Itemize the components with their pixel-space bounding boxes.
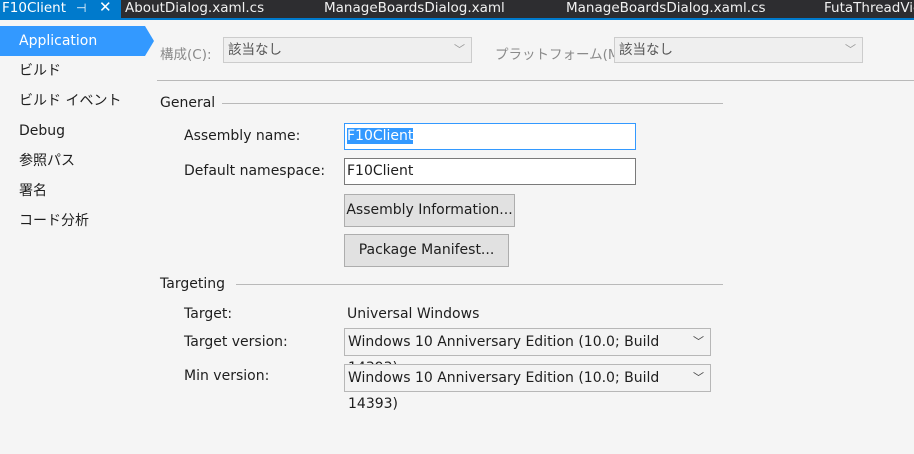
tab-f10client[interactable]: F10Client ⊣ ✕ — [0, 0, 121, 18]
min-version-dropdown[interactable]: Windows 10 Anniversary Edition (10.0; Bu… — [344, 364, 711, 412]
chevron-down-icon: ﹀ — [845, 43, 856, 56]
chevron-down-icon: ﹀ — [693, 371, 704, 384]
default-namespace-input[interactable]: F10Client — [344, 158, 636, 185]
tab-manageboardsdialog-xaml[interactable]: ManageBoardsDialog.xaml — [324, 0, 505, 18]
close-icon[interactable]: ✕ — [99, 0, 112, 15]
tab-manageboardsdialog-xaml-cs[interactable]: ManageBoardsDialog.xaml.cs — [566, 0, 766, 18]
package-manifest-button[interactable]: Package Manifest... — [344, 234, 509, 267]
platform-dropdown[interactable]: 該当なし ﹀ — [614, 37, 863, 63]
nav-item-code-analysis[interactable]: コード分析 — [0, 206, 145, 236]
chevron-down-icon: ﹀ — [693, 335, 704, 348]
default-namespace-label: Default namespace: — [184, 163, 326, 179]
tab-aboutdialog-xaml-cs[interactable]: AboutDialog.xaml.cs — [125, 0, 264, 18]
targeting-group-title: Targeting — [160, 276, 225, 292]
config-separator — [157, 80, 914, 81]
platform-label: プラットフォーム(M): — [495, 47, 630, 63]
min-version-value: Windows 10 Anniversary Edition (10.0; Bu… — [348, 370, 660, 412]
target-value: Universal Windows — [347, 306, 480, 322]
assembly-name-label: Assembly name: — [184, 128, 301, 144]
general-group-title: General — [160, 95, 216, 111]
general-group-line — [222, 103, 723, 104]
tab-futathreadview[interactable]: FutaThreadVie — [824, 0, 914, 18]
platform-value: 該当なし — [619, 42, 673, 58]
nav-item-build-events[interactable]: ビルド イベント — [0, 86, 145, 116]
configuration-value: 該当なし — [228, 42, 282, 58]
nav-item-reference-paths[interactable]: 参照パス — [0, 146, 145, 176]
nav-item-debug[interactable]: Debug — [0, 116, 145, 146]
assembly-name-input[interactable]: F10Client — [344, 123, 636, 150]
targeting-group-line — [236, 284, 723, 285]
tab-label: F10Client — [2, 0, 67, 16]
nav-item-signing[interactable]: 署名 — [0, 176, 145, 206]
document-tab-bar: F10Client ⊣ ✕ AboutDialog.xaml.cs Manage… — [0, 0, 914, 18]
nav-item-build[interactable]: ビルド — [0, 56, 145, 86]
tab-underline — [0, 18, 914, 20]
target-label: Target: — [184, 306, 233, 322]
nav-item-application[interactable]: Application — [0, 26, 154, 56]
target-version-dropdown[interactable]: Windows 10 Anniversary Edition (10.0; Bu… — [344, 328, 711, 376]
min-version-label: Min version: — [184, 368, 270, 384]
configuration-dropdown[interactable]: 該当なし ﹀ — [223, 37, 472, 63]
assembly-information-button[interactable]: Assembly Information... — [344, 194, 515, 227]
configuration-label: 構成(C): — [160, 47, 212, 63]
default-namespace-value: F10Client — [347, 163, 414, 179]
assembly-name-value: F10Client — [347, 128, 414, 144]
target-version-label: Target version: — [184, 334, 288, 350]
pin-icon[interactable]: ⊣ — [76, 0, 86, 16]
chevron-down-icon: ﹀ — [454, 43, 465, 56]
